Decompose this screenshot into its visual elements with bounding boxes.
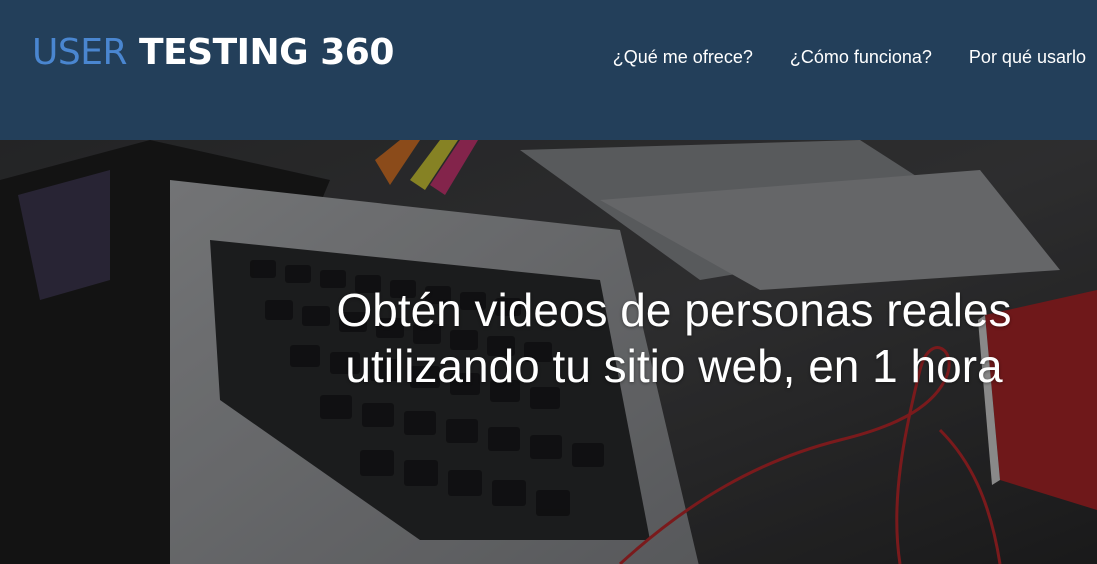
main-nav: ¿Qué me ofrece? ¿Cómo funciona? Por qué … [613, 46, 1086, 68]
brand-logo-part2: TESTING 360 [139, 32, 394, 73]
hero-title: Obtén videos de personas reales utilizan… [336, 284, 1012, 392]
site-header: USER TESTING 360 ¿Qué me ofrece? ¿Cómo f… [0, 0, 1097, 140]
nav-link-por-que-usarlo[interactable]: Por qué usarlo [969, 46, 1086, 68]
brand-logo-part1: USER [32, 32, 127, 73]
nav-link-como-funciona[interactable]: ¿Cómo funciona? [790, 46, 932, 68]
hero-section: Obtén videos de personas reales utilizan… [0, 140, 1097, 564]
brand-logo[interactable]: USER TESTING 360 [32, 32, 394, 74]
nav-link-que-me-ofrece[interactable]: ¿Qué me ofrece? [613, 46, 753, 68]
